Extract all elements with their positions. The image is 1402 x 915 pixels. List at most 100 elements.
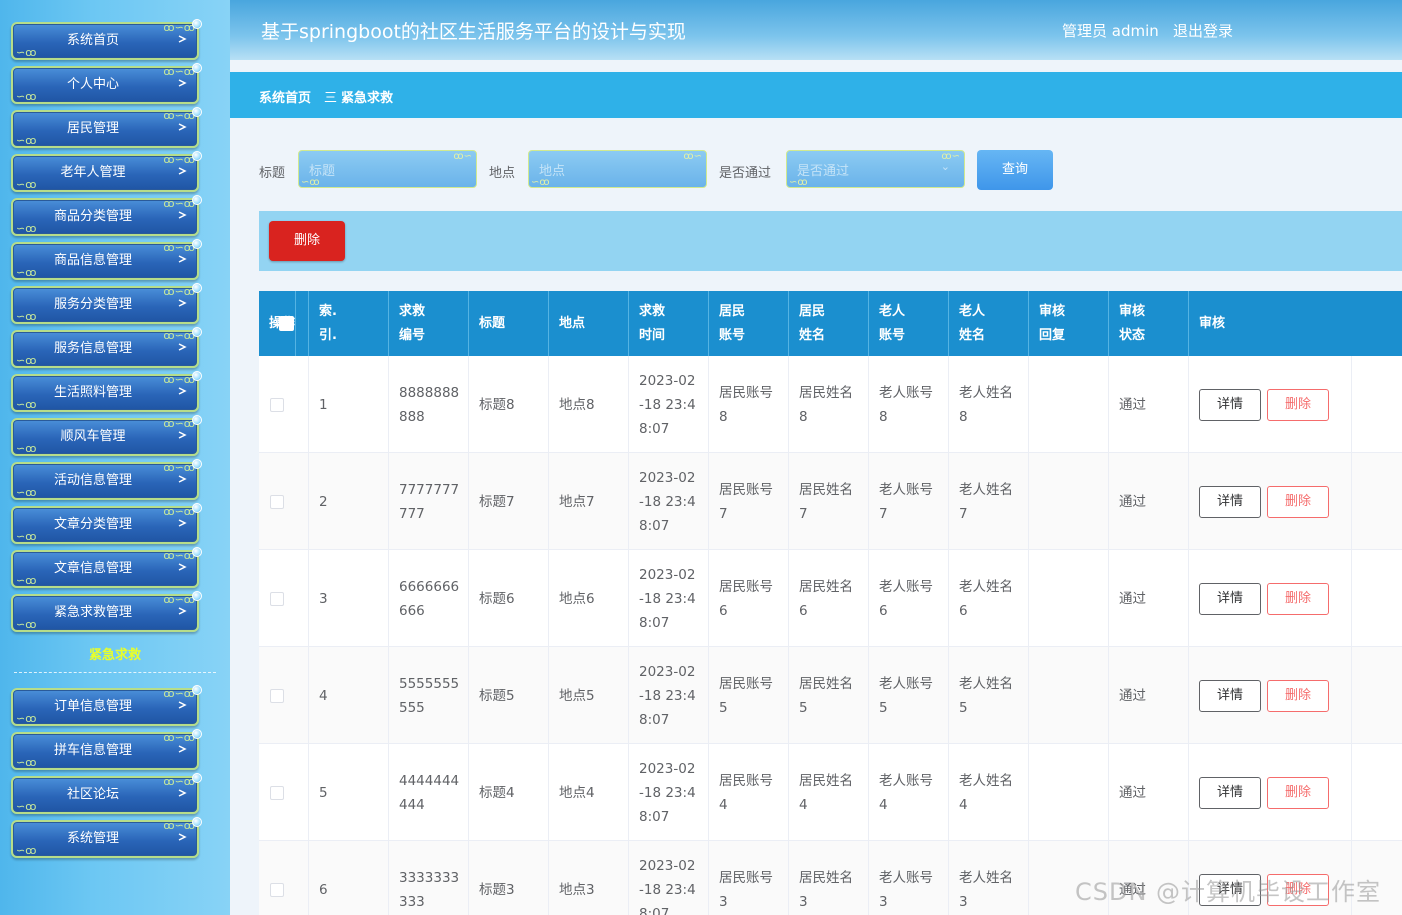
cell-elder-account: 老人账号8 (869, 356, 949, 453)
cell-time: 2023-02-18 23:48:07 (629, 744, 709, 841)
cell-text: 老人账号8 (879, 384, 933, 425)
place-search-label: 地点 (489, 166, 516, 181)
sidebar-item-label: 服务信息管理 (53, 341, 132, 356)
table-row[interactable]: 2 7777777777 标题7 地点7 2023-02-18 23:48:07 居民账号… (259, 453, 1402, 550)
sidebar-item-7[interactable]: 服务信息管理 ꝏ∽ꝏ ∽ꝏ (11, 327, 202, 368)
cell-resident-name: 居民姓名4 (789, 744, 869, 841)
cell-resident-account: 居民账号7 (709, 453, 789, 550)
sidebar-item-9[interactable]: 顺风车管理 ꝏ∽ꝏ ∽ꝏ (11, 415, 202, 456)
table-row[interactable]: 4 5555555555 标题5 地点5 2023-02-18 23:48:07 居民账号… (259, 647, 1402, 744)
cell-text: 通过 (1119, 590, 1146, 607)
table-row[interactable]: 3 6666666666 标题6 地点6 2023-02-18 23:48:07 居民账号… (259, 550, 1402, 647)
column-header-text: 老人 (879, 303, 906, 319)
cell-text: 5 (319, 784, 328, 801)
cell-place: 地点5 (549, 647, 629, 744)
column-header-text: 老人 (959, 303, 986, 319)
breadcrumb-home[interactable]: 系统首页 (259, 87, 311, 106)
cell-text: 通过 (1119, 784, 1146, 801)
column-header-text: 求救 (399, 303, 426, 319)
cell-text: 5555555555 (399, 675, 460, 716)
bead-ornament (192, 459, 202, 469)
cell-text: 2023-02-18 23:48:07 (639, 469, 696, 534)
sidebar-item-1[interactable]: 个人中心 ꝏ∽ꝏ ∽ꝏ (11, 63, 202, 104)
title-search-label: 标题 (259, 166, 286, 181)
column-header-text: 状态 (1119, 327, 1146, 343)
cell-text: 7777777777 (399, 481, 460, 522)
column-header-text: 求救 (639, 303, 666, 319)
bead-ornament (192, 591, 202, 601)
bead-ornament (192, 107, 202, 117)
delete-button[interactable]: 删除 (1267, 679, 1329, 712)
delete-button[interactable]: 删除 (1267, 776, 1329, 809)
cell-title: 标题7 (469, 453, 549, 550)
row-select-cell (259, 550, 309, 647)
sidebar-item-3[interactable]: 老年人管理 ꝏ∽ꝏ ∽ꝏ (11, 151, 202, 192)
bulk-delete-button[interactable]: 删除 (269, 221, 345, 261)
detail-button[interactable]: 详情 (1199, 388, 1261, 421)
detail-button[interactable]: 详情 (1199, 679, 1261, 712)
logout-link[interactable]: 退出登录 (1173, 20, 1233, 41)
sidebar-item-10[interactable]: 活动信息管理 ꝏ∽ꝏ ∽ꝏ (11, 459, 202, 500)
cell-code: 3333333333 (389, 841, 469, 915)
query-button[interactable]: 查询 (977, 150, 1053, 190)
sidebar-item-after-1[interactable]: 拼车信息管理 ꝏ∽ꝏ ∽ꝏ (11, 729, 202, 770)
sidebar-item-2[interactable]: 居民管理 ꝏ∽ꝏ ∽ꝏ (11, 107, 202, 148)
cell-text: 居民账号7 (719, 481, 773, 522)
sidebar-item-6[interactable]: 服务分类管理 ꝏ∽ꝏ ∽ꝏ (11, 283, 202, 324)
column-header: 索. 引. (309, 291, 389, 356)
row-checkbox[interactable] (270, 785, 284, 800)
place-search-input[interactable]: 地点 ꝏ∽ ∽ꝏ (528, 150, 707, 188)
table-row[interactable]: 5 4444444444 标题4 地点4 2023-02-18 23:48:07 居民账号… (259, 744, 1402, 841)
row-checkbox[interactable] (270, 591, 284, 606)
title-search-input[interactable]: 标题 ꝏ∽ ∽ꝏ (298, 150, 477, 188)
cell-resident-account: 居民账号4 (709, 744, 789, 841)
row-select-cell (259, 453, 309, 550)
delete-button[interactable]: 删除 (1267, 485, 1329, 518)
row-checkbox[interactable] (270, 494, 284, 509)
cell-text: 4 (319, 687, 328, 704)
delete-button[interactable]: 删除 (1267, 582, 1329, 615)
sidebar-item-5[interactable]: 商品信息管理 ꝏ∽ꝏ ∽ꝏ (11, 239, 202, 280)
pass-select[interactable]: 是否通过 ⌄ ꝏ∽ ∽ꝏ (786, 150, 965, 188)
sidebar-item-12[interactable]: 文章信息管理 ꝏ∽ꝏ ∽ꝏ (11, 547, 202, 588)
sidebar-item-after-2[interactable]: 社区论坛 ꝏ∽ꝏ ∽ꝏ (11, 773, 202, 814)
sidebar-item-label: 老年人管理 (60, 165, 126, 180)
cell-resident-name: 居民姓名6 (789, 550, 869, 647)
sidebar-item-label: 系统首页 (66, 33, 119, 48)
sidebar-item-after-0[interactable]: 订单信息管理 ꝏ∽ꝏ ∽ꝏ (11, 685, 202, 726)
bead-ornament (192, 195, 202, 205)
sidebar-item-0[interactable]: 系统首页 ꝏ∽ꝏ ∽ꝏ (11, 19, 202, 60)
sidebar-item-11[interactable]: 文章分类管理 ꝏ∽ꝏ ∽ꝏ (11, 503, 202, 544)
delete-button[interactable]: 删除 (1267, 388, 1329, 421)
sidebar-item-label: 顺风车管理 (60, 429, 126, 444)
sidebar-item-8[interactable]: 生活照料管理 ꝏ∽ꝏ ∽ꝏ (11, 371, 202, 412)
sidebar-item-4[interactable]: 商品分类管理 ꝏ∽ꝏ ∽ꝏ (11, 195, 202, 236)
bead-ornament (192, 817, 202, 827)
cell-text: 老人姓名5 (959, 675, 1013, 716)
cell-resident-name: 居民姓名5 (789, 647, 869, 744)
cell-status: 通过 (1109, 356, 1189, 453)
sidebar-item-after-3[interactable]: 系统管理 ꝏ∽ꝏ ∽ꝏ (11, 817, 202, 858)
cell-title: 标题3 (469, 841, 549, 915)
detail-button[interactable]: 详情 (1199, 582, 1261, 615)
column-header-text: 回复 (1039, 327, 1066, 343)
row-checkbox[interactable] (270, 688, 284, 703)
cell-text: 居民姓名7 (799, 481, 853, 522)
row-checkbox[interactable] (270, 397, 284, 412)
app-title: 基于springboot的社区生活服务平台的设计与实现 (261, 21, 686, 43)
row-checkbox[interactable] (270, 882, 284, 897)
detail-button[interactable]: 详情 (1199, 776, 1261, 809)
row-select-cell (259, 841, 309, 915)
cell-elder-name: 老人姓名3 (949, 841, 1029, 915)
cell-actions: 详情 删除 (1189, 550, 1352, 647)
cell-text: 居民姓名6 (799, 578, 853, 619)
column-header-text: 时间 (639, 327, 666, 343)
cell-elder-name: 老人姓名6 (949, 550, 1029, 647)
sidebar-subitem-active[interactable]: 紧急求救 (0, 644, 230, 663)
cell-text: 标题4 (479, 784, 515, 801)
cell-text: 居民姓名3 (799, 869, 853, 910)
detail-button[interactable]: 详情 (1199, 485, 1261, 518)
table-row[interactable]: 1 8888888888 标题8 地点8 2023-02-18 23:48:07 居民账号… (259, 356, 1402, 453)
cell-text: 居民姓名4 (799, 772, 853, 813)
sidebar-item-13[interactable]: 紧急求救管理 ꝏ∽ꝏ ∽ꝏ (11, 591, 202, 632)
